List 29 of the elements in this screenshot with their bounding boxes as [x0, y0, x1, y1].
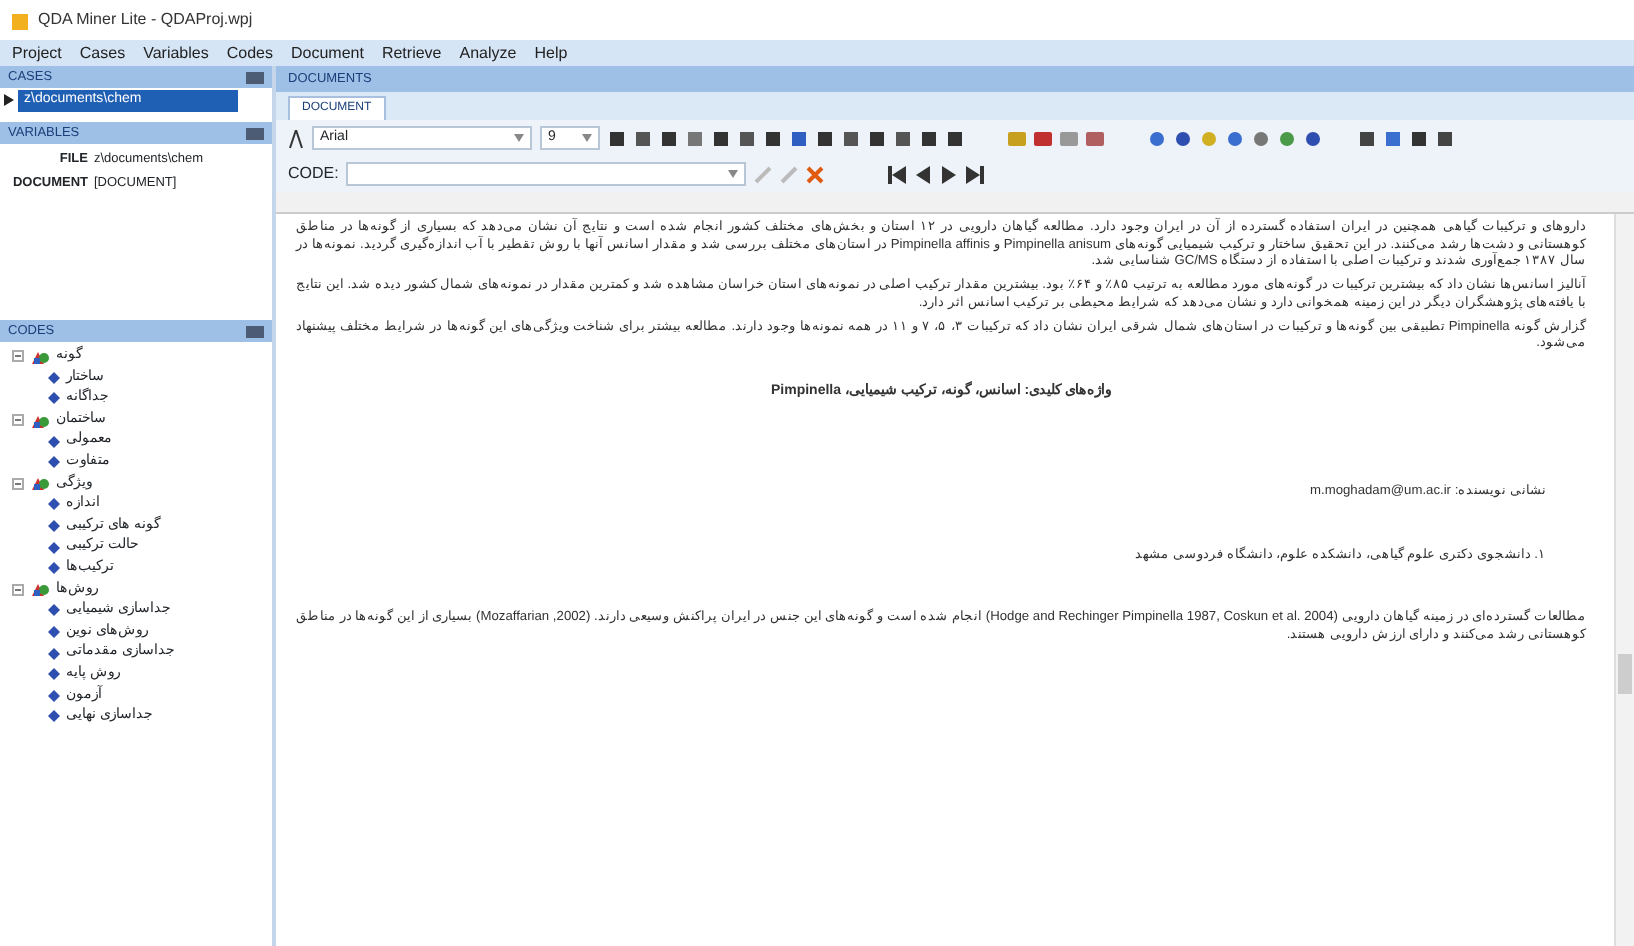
menu-item[interactable]: Variables	[143, 41, 209, 65]
category-icon	[30, 411, 50, 430]
expand-toggle[interactable]	[12, 583, 24, 596]
menu-item[interactable]: Analyze	[459, 41, 517, 65]
menu-item[interactable]: Document	[290, 41, 364, 65]
expand-toggle[interactable]	[12, 477, 24, 490]
menu-item[interactable]: Retrieve	[381, 41, 442, 65]
scrollbar[interactable]	[1614, 214, 1634, 946]
menu-item[interactable]: Project	[12, 41, 62, 65]
window-title: QDA Miner Lite - QDAProj.wpj	[38, 8, 253, 32]
pointer-icon	[4, 94, 14, 107]
menu-item[interactable]: Cases	[79, 41, 126, 65]
previous-icon[interactable]	[914, 165, 933, 183]
code-label: CODE:	[288, 162, 339, 186]
dropdown-icon	[728, 170, 739, 178]
first-icon[interactable]	[888, 165, 907, 183]
delete-icon[interactable]	[806, 165, 825, 183]
expand-toggle[interactable]	[12, 414, 24, 427]
menu-item[interactable]: Codes	[226, 41, 273, 65]
category-icon	[30, 474, 50, 493]
dropdown-icon	[582, 134, 592, 142]
next-icon[interactable]	[940, 165, 959, 183]
expand-toggle[interactable]	[12, 350, 24, 363]
menu-item[interactable]: Help	[534, 41, 568, 65]
category-icon	[30, 347, 50, 366]
category-icon	[30, 580, 50, 599]
dropdown-icon	[514, 134, 524, 142]
last-icon[interactable]	[966, 165, 985, 183]
app-icon	[12, 11, 30, 29]
